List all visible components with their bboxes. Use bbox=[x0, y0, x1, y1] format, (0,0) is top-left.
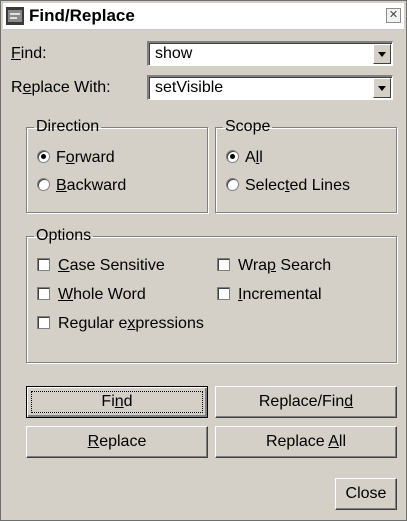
app-icon bbox=[6, 7, 24, 25]
replace-dropdown-button[interactable] bbox=[373, 78, 391, 98]
replace-input[interactable]: setVisible bbox=[155, 79, 223, 97]
wrap-search-checkbox[interactable]: Wrap Search bbox=[217, 257, 331, 277]
scope-selected-lines-radio[interactable]: Selected Lines bbox=[226, 177, 350, 197]
replace-all-button-label: Replace All bbox=[265, 433, 347, 450]
find-combo[interactable]: show bbox=[147, 41, 393, 66]
forward-label: Forward bbox=[56, 149, 115, 166]
close-button[interactable]: Close bbox=[335, 478, 397, 510]
radio-icon[interactable] bbox=[226, 178, 239, 191]
find-replace-dialog: Find/Replace ✕ Find: show Replace With: … bbox=[0, 0, 407, 521]
incremental-checkbox[interactable]: Incremental bbox=[217, 286, 322, 306]
forward-radio[interactable]: Forward bbox=[37, 149, 115, 169]
backward-label: Backward bbox=[56, 177, 127, 194]
direction-group-title: Direction bbox=[36, 118, 100, 135]
replace-button[interactable]: Replace bbox=[26, 426, 208, 458]
checkbox-icon[interactable] bbox=[37, 316, 50, 329]
options-group-title: Options bbox=[36, 227, 92, 244]
scope-group-title: Scope bbox=[225, 118, 271, 135]
replace-find-button-label: Replace/Find bbox=[258, 393, 354, 410]
regular-expressions-checkbox[interactable]: Regular expressions bbox=[37, 315, 204, 335]
checkbox-icon[interactable] bbox=[37, 287, 50, 300]
radio-selected-icon[interactable] bbox=[226, 150, 239, 163]
find-input[interactable]: show bbox=[155, 45, 192, 63]
window-title: Find/Replace bbox=[29, 6, 135, 25]
incremental-label: Incremental bbox=[238, 286, 322, 303]
title-bar: Find/Replace ✕ bbox=[3, 3, 404, 30]
find-dropdown-button[interactable] bbox=[373, 44, 391, 64]
whole-word-checkbox[interactable]: Whole Word bbox=[37, 286, 146, 306]
replace-combo[interactable]: setVisible bbox=[147, 75, 393, 100]
backward-radio[interactable]: Backward bbox=[37, 177, 126, 197]
case-sensitive-label: Case Sensitive bbox=[58, 257, 165, 274]
radio-icon[interactable] bbox=[37, 178, 50, 191]
close-button-label: Close bbox=[345, 485, 387, 502]
radio-selected-icon[interactable] bbox=[37, 150, 50, 163]
checkbox-icon[interactable] bbox=[217, 287, 230, 300]
scope-all-radio[interactable]: All bbox=[226, 149, 263, 169]
replace-label: Replace With: bbox=[11, 79, 111, 96]
close-icon[interactable]: ✕ bbox=[386, 8, 401, 23]
replace-all-button[interactable]: Replace All bbox=[215, 426, 397, 458]
find-button[interactable]: Find bbox=[26, 386, 208, 418]
find-button-label: Find bbox=[101, 393, 133, 410]
scope-all-label: All bbox=[245, 149, 263, 166]
checkbox-icon[interactable] bbox=[217, 258, 230, 271]
checkbox-icon[interactable] bbox=[37, 258, 50, 271]
case-sensitive-checkbox[interactable]: Case Sensitive bbox=[37, 257, 165, 277]
scope-selected-lines-label: Selected Lines bbox=[245, 177, 350, 194]
regular-expressions-label: Regular expressions bbox=[58, 315, 204, 332]
whole-word-label: Whole Word bbox=[58, 286, 146, 303]
replace-find-button[interactable]: Replace/Find bbox=[215, 386, 397, 418]
wrap-search-label: Wrap Search bbox=[238, 257, 332, 274]
replace-button-label: Replace bbox=[87, 433, 147, 450]
find-label: Find: bbox=[11, 45, 47, 62]
